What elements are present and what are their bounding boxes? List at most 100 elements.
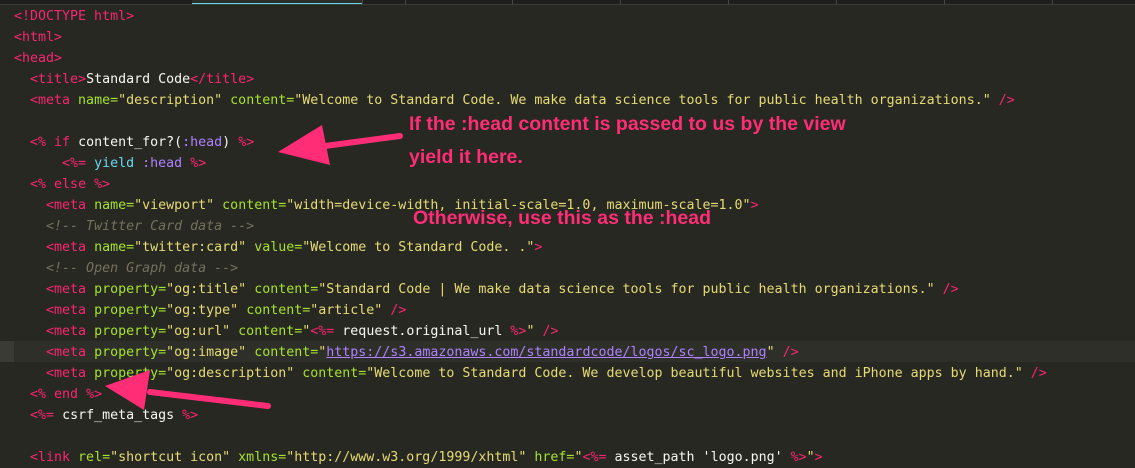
token-symbol: :head <box>182 135 223 150</box>
annotation-text: If the :head content is passed to us by … <box>409 113 846 135</box>
token-comment: <!-- Twitter Card data --> <box>46 219 255 234</box>
code-line[interactable]: <head> <box>14 48 62 69</box>
code-line[interactable]: <%= csrf_meta_tags %> <box>14 405 198 426</box>
token-url-link[interactable]: https://s3.amazonaws.com/standardcode/lo… <box>326 345 766 360</box>
token-erb: <% <box>30 135 47 150</box>
code-line[interactable]: <%= yield :head %> <box>14 153 206 174</box>
token-erb: <%= <box>30 408 55 423</box>
token-keyword: else <box>54 177 87 192</box>
token-attr: content= <box>214 198 287 213</box>
token-attr: content= <box>246 345 319 360</box>
token-attr: name= <box>86 240 135 255</box>
tab-separator <box>728 0 729 4</box>
annotation-text: Otherwise, use this as the :head <box>413 207 712 229</box>
tab-active[interactable] <box>192 0 362 4</box>
code-line[interactable]: <html> <box>14 27 62 48</box>
code-editor[interactable]: <!DOCTYPE html> <html> <head> <title>Sta… <box>0 0 1135 465</box>
token-tag: <meta <box>46 240 87 255</box>
code-line[interactable]: <meta name="twitter:card" value="Welcome… <box>14 237 542 258</box>
gutter-marker <box>0 341 14 362</box>
token-comment: <!-- Open Graph data --> <box>46 261 239 276</box>
token-erb: %> <box>86 387 103 402</box>
token-doctype: <!DOCTYPE html> <box>14 9 135 24</box>
token-tag: <meta <box>46 282 87 297</box>
code-line[interactable]: <% if content_for?(:head) %> <box>14 132 254 153</box>
token-tag: <meta <box>46 366 87 381</box>
token-attr: name= <box>86 198 135 213</box>
code-line[interactable]: <meta property="og:description" content=… <box>14 363 1047 384</box>
token-text: request.original_url <box>342 324 503 339</box>
token-tag: /> <box>990 93 1015 108</box>
token-erb: <% <box>30 387 47 402</box>
token-tag: /> <box>934 282 959 297</box>
token-string: "Welcome to Standard Code. We develop be… <box>366 366 1023 381</box>
token-string: "og:image" <box>166 345 247 360</box>
tab-separator <box>1052 0 1053 4</box>
tab-separator <box>620 0 621 4</box>
token-tag: <html> <box>14 30 63 45</box>
code-line[interactable]: <title>Standard Code</title> <box>14 69 254 90</box>
token-tag: <meta <box>46 324 87 339</box>
token-string: "og:url" <box>166 324 231 339</box>
token-string: "og:title" <box>166 282 247 297</box>
token-text: content_for?( <box>78 135 183 150</box>
code-line[interactable]: <!DOCTYPE html> <box>14 6 134 27</box>
code-line[interactable]: <meta property="og:title" content="Stand… <box>14 279 959 300</box>
token-text: ) <box>222 135 231 150</box>
tab-separator <box>944 0 945 4</box>
token-text: Standard Code <box>86 72 191 87</box>
code-line[interactable]: <meta property="og:url" content="<%= req… <box>14 321 558 342</box>
token-keyword: if <box>54 135 71 150</box>
tab-separator <box>362 0 363 4</box>
token-tag: > <box>534 240 543 255</box>
token-string: "twitter:card" <box>134 240 247 255</box>
code-line[interactable]: <meta property="og:image" content= "https… <box>14 342 799 363</box>
code-line[interactable]: <% else %> <box>14 174 110 195</box>
token-attr: name= <box>70 93 119 108</box>
token-attr: property= <box>86 366 167 381</box>
token-erb: %> <box>190 156 207 171</box>
token-string: " <box>766 345 775 360</box>
token-attr: property= <box>86 324 167 339</box>
token-keyword: yield <box>94 156 135 171</box>
token-erb: %> <box>238 135 255 150</box>
token-attr: content= <box>246 282 319 297</box>
token-erb: %> <box>182 408 199 423</box>
token-attr: property= <box>86 303 167 318</box>
token-keyword: end <box>54 387 79 402</box>
tab-bar <box>0 0 1135 5</box>
token-string: "Welcome to Standard Code. ." <box>302 240 535 255</box>
token-string: "Welcome to Standard Code. We make data … <box>294 93 991 108</box>
token-erb: <%= <box>310 324 335 339</box>
tab-separator <box>512 0 513 4</box>
token-attr: property= <box>86 282 167 297</box>
code-line[interactable]: <!-- Twitter Card data --> <box>14 216 254 237</box>
token-erb: %> <box>94 177 111 192</box>
tab-separator <box>405 0 406 4</box>
annotation-text: yield it here. <box>409 146 523 168</box>
token-string: "Standard Code | We make data science to… <box>318 282 935 297</box>
token-tag: <meta <box>46 303 87 318</box>
token-attr: property= <box>86 345 167 360</box>
token-attr: content= <box>238 303 311 318</box>
token-string: "description" <box>118 93 223 108</box>
token-tag: /> <box>382 303 407 318</box>
tab-separator <box>836 0 837 4</box>
code-line[interactable]: <!-- Open Graph data --> <box>14 258 238 279</box>
token-attr: value= <box>246 240 303 255</box>
token-tag: <meta <box>46 345 87 360</box>
token-tag: <title> <box>30 72 87 87</box>
token-tag: </title> <box>190 72 255 87</box>
token-string: "article" <box>310 303 383 318</box>
token-tag: /> <box>774 345 799 360</box>
token-tag: <meta <box>46 198 87 213</box>
token-tag: <head> <box>14 51 63 66</box>
code-line[interactable]: <meta property="og:type" content="articl… <box>14 300 406 321</box>
token-erb: %> <box>510 324 527 339</box>
code-line[interactable]: <% end %> <box>14 384 102 405</box>
arrow-if-head-icon <box>278 125 403 165</box>
code-line[interactable]: <meta name="description" content="Welcom… <box>14 90 1015 111</box>
token-erb: <%= <box>62 156 87 171</box>
token-string: "og:type" <box>166 303 239 318</box>
token-tag: <meta <box>30 93 71 108</box>
